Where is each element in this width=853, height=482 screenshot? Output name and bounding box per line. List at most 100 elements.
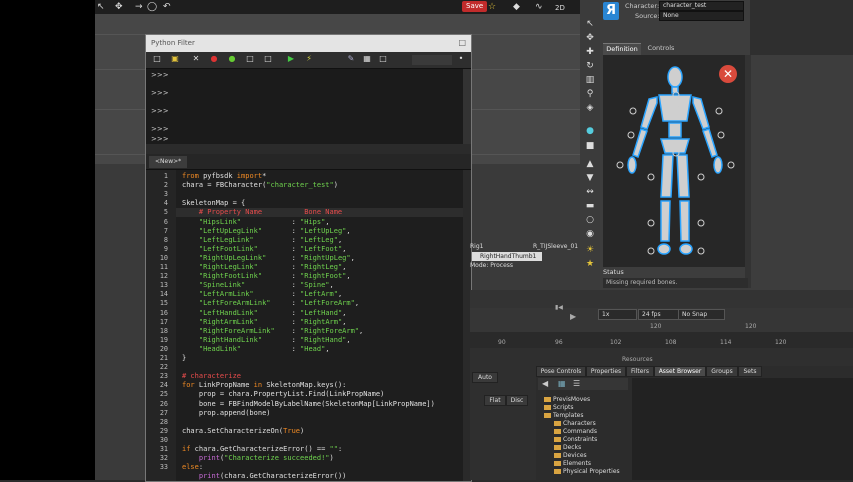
- stiffness-icon[interactable]: ▬: [584, 200, 596, 212]
- key-all-icon[interactable]: ★: [584, 258, 596, 270]
- console-prompt: >>>: [151, 71, 169, 79]
- key-tool-icon[interactable]: ◈: [584, 102, 596, 114]
- tree-item[interactable]: Elements: [554, 460, 591, 467]
- tree-item[interactable]: Physical Properties: [554, 468, 620, 475]
- disc-button[interactable]: Disc: [506, 395, 528, 406]
- tab-filters[interactable]: Filters: [626, 366, 654, 377]
- pin-translation-icon[interactable]: ◉: [584, 228, 596, 240]
- auto-dropdown[interactable]: Auto: [472, 372, 498, 383]
- code-editor[interactable]: 1 2 3 4 5 6 7 8 9 10 11 12 13 14 15 16 17 18 19 20 21 22 23 24 2…: [146, 170, 463, 481]
- full-body-icon[interactable]: ▲: [584, 158, 596, 170]
- tab-asset-browser[interactable]: Asset Browser: [654, 366, 706, 377]
- transport-label: ▮◀: [555, 304, 563, 311]
- tree-item[interactable]: Templates: [544, 412, 584, 419]
- snap-dropdown[interactable]: No Snap: [678, 309, 725, 320]
- view-icon[interactable]: ▦: [558, 379, 566, 388]
- execute-icon[interactable]: ▶: [286, 54, 296, 64]
- line-number: 28: [159, 417, 168, 426]
- move-icon[interactable]: ✥: [115, 2, 123, 12]
- star-icon[interactable]: ☆: [488, 2, 496, 12]
- back-icon[interactable]: ◀: [542, 379, 548, 388]
- pin-tool-icon[interactable]: ⚲: [584, 88, 596, 100]
- save-as-icon[interactable]: □: [263, 54, 273, 64]
- flat-button[interactable]: Flat: [484, 395, 506, 406]
- error-x-icon[interactable]: ✕: [719, 65, 737, 83]
- close-file-icon[interactable]: ✕: [191, 54, 201, 64]
- python-console-output[interactable]: >>> >>> >>> >>> >>>: [146, 69, 463, 144]
- source-dropdown[interactable]: None: [659, 11, 744, 21]
- move-tool-icon[interactable]: ✚: [584, 46, 596, 58]
- tree-item[interactable]: Commands: [554, 428, 597, 435]
- clear-icon[interactable]: □: [378, 54, 388, 64]
- scale-tool-icon[interactable]: ▥: [584, 74, 596, 86]
- console-scrollbar[interactable]: [463, 69, 471, 144]
- python-filter-title: Python Filter: [151, 39, 195, 47]
- line-number: 24: [159, 381, 168, 390]
- tab-new-script[interactable]: <New>*: [149, 156, 188, 168]
- fps-dropdown[interactable]: 24 fps: [638, 309, 679, 320]
- tab-definition[interactable]: Definition: [603, 43, 641, 55]
- options-icon[interactable]: ▦: [362, 54, 372, 64]
- select-icon[interactable]: ↖: [97, 2, 105, 12]
- stop-icon[interactable]: ●: [209, 54, 219, 64]
- open-folder-icon[interactable]: ▣: [170, 54, 180, 64]
- rotate-tool-icon[interactable]: ↻: [584, 60, 596, 72]
- python-filter-titlebar[interactable]: Python Filter □: [146, 35, 471, 52]
- save-file-icon[interactable]: □: [245, 54, 255, 64]
- tree-item[interactable]: Constraints: [554, 436, 597, 443]
- limb-icon[interactable]: ■: [584, 140, 596, 152]
- line-number: 12: [159, 272, 168, 281]
- lasso-icon[interactable]: ◯: [147, 2, 157, 12]
- curve-icon[interactable]: ∿: [535, 2, 543, 12]
- pull-icon[interactable]: ▼: [584, 172, 596, 184]
- timeline-ruler[interactable]: [470, 332, 853, 348]
- speed-dropdown[interactable]: 1x: [598, 309, 637, 320]
- execute-selection-icon[interactable]: ⚡: [304, 54, 314, 64]
- tab-pose-controls[interactable]: Pose Controls: [536, 366, 586, 377]
- tab-sets[interactable]: Sets: [738, 366, 762, 377]
- panel-side-area: [750, 0, 853, 55]
- code-line: from pyfbsdk import*: [182, 172, 267, 180]
- find-icon[interactable]: ✎: [346, 54, 356, 64]
- frame-field-b[interactable]: 120: [745, 323, 756, 330]
- skeleton-figure[interactable]: [603, 55, 745, 267]
- list-icon[interactable]: ☰: [573, 379, 580, 388]
- tree-item[interactable]: Decks: [554, 444, 581, 451]
- body-part-icon[interactable]: ●: [584, 125, 596, 137]
- reach-icon[interactable]: ↭: [584, 186, 596, 198]
- pane-splitter[interactable]: [146, 144, 471, 154]
- panel-scrollbar[interactable]: [745, 55, 751, 288]
- tree-item[interactable]: Characters: [554, 420, 596, 427]
- keying-mode-icon[interactable]: ☀: [584, 244, 596, 256]
- code-line: chara.SetCharacterizeOn(True): [182, 426, 305, 435]
- tab-properties[interactable]: Properties: [586, 366, 626, 377]
- selected-bone-label[interactable]: RightHandThumb1: [472, 252, 542, 261]
- arrow-right-icon[interactable]: →: [135, 2, 143, 12]
- line-number: 14: [159, 290, 168, 299]
- code-line: else:: [182, 463, 204, 472]
- play-icon[interactable]: ▶: [570, 312, 576, 321]
- tab-controls[interactable]: Controls: [643, 43, 679, 54]
- tree-item[interactable]: Devices: [554, 452, 587, 459]
- character-figure-view[interactable]: ✕: [603, 55, 745, 267]
- new-file-icon[interactable]: □: [152, 54, 162, 64]
- translate-tool-icon[interactable]: ✥: [584, 32, 596, 44]
- run-record-icon[interactable]: ●: [227, 54, 237, 64]
- rotate-icon[interactable]: ↶: [163, 2, 171, 12]
- frame-field-a[interactable]: 120: [650, 323, 661, 330]
- save-button[interactable]: Save: [462, 1, 488, 12]
- tab-groups[interactable]: Groups: [706, 366, 738, 377]
- timeline-tick: 108: [665, 339, 677, 346]
- character-dropdown[interactable]: character_test: [659, 1, 744, 11]
- code-line: "LeftHandLink" : "LeftHand",: [198, 308, 347, 317]
- tree-item[interactable]: PrevisMoves: [544, 396, 590, 403]
- keyframe-icon[interactable]: ◆: [513, 2, 520, 12]
- close-icon[interactable]: □: [458, 38, 466, 47]
- asset-content-area[interactable]: [632, 378, 853, 480]
- character-logo-icon: Я: [603, 2, 619, 20]
- select-tool-icon[interactable]: ↖: [584, 18, 596, 30]
- toolbar-field[interactable]: [412, 55, 452, 65]
- tree-item[interactable]: Scripts: [544, 404, 574, 411]
- zoom-2d-label[interactable]: 2D: [555, 4, 565, 12]
- release-icon[interactable]: ○: [584, 214, 596, 226]
